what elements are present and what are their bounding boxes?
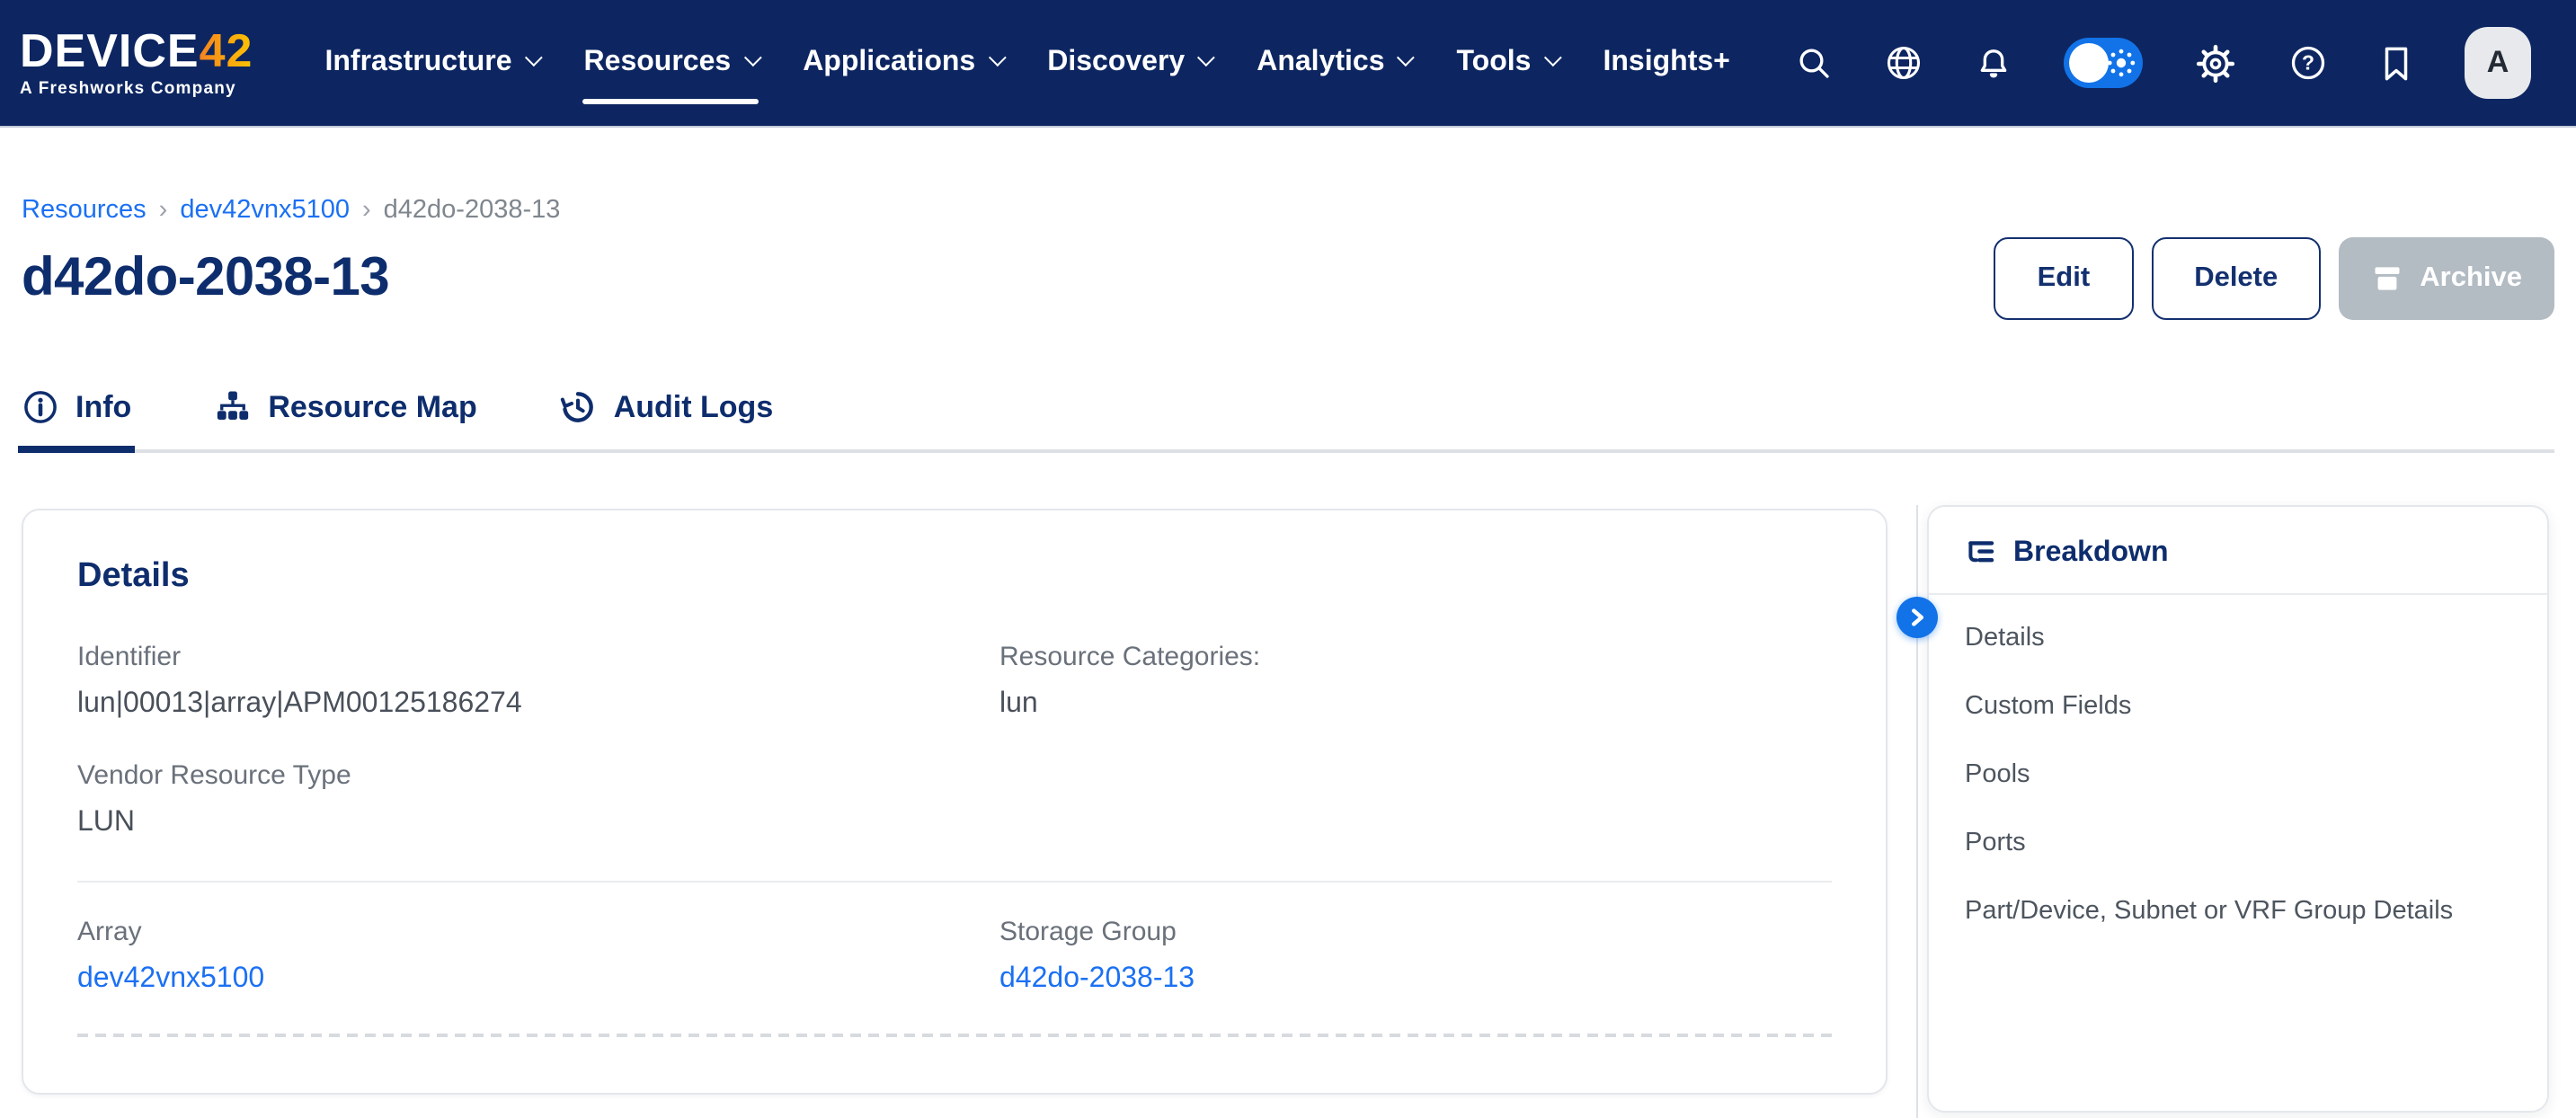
nav-item-resources[interactable]: Resources bbox=[561, 0, 780, 126]
array-link[interactable]: dev42vnx5100 bbox=[77, 963, 264, 994]
breakdown-item-ports[interactable]: Ports bbox=[1929, 809, 2547, 877]
archive-icon bbox=[2371, 262, 2403, 295]
resource-categories-value: lun bbox=[999, 688, 1832, 721]
breadcrumb: Resources › dev42vnx5100 › d42do-2038-13 bbox=[22, 194, 2554, 226]
chevron-down-icon bbox=[1197, 49, 1215, 67]
logo-wordmark: DEVICE42 bbox=[20, 27, 253, 74]
history-icon bbox=[560, 388, 598, 426]
breakdown-header: Breakdown bbox=[1929, 507, 2547, 595]
tab-resource-map[interactable]: Resource Map bbox=[214, 388, 476, 449]
breakdown-panel: Breakdown Details Custom Fields Pools Po… bbox=[1927, 505, 2549, 1113]
storage-group-link[interactable]: d42do-2038-13 bbox=[999, 963, 1195, 994]
top-navbar: DEVICE42 A Freshworks Company Infrastruc… bbox=[0, 0, 2576, 126]
toggle-knob bbox=[2069, 43, 2109, 83]
identifier-value: lun|00013|array|APM00125186274 bbox=[77, 688, 999, 721]
field-resource-categories: Resource Categories: lun bbox=[999, 642, 1832, 721]
chevron-right-icon bbox=[1905, 606, 1929, 629]
gear-icon[interactable] bbox=[2195, 42, 2236, 84]
nav-item-insights[interactable]: Insights+ bbox=[1579, 0, 1753, 126]
logo-tagline: A Freshworks Company bbox=[20, 79, 253, 99]
action-buttons: Edit Delete Archive bbox=[1994, 237, 2554, 320]
avatar[interactable]: A bbox=[2465, 27, 2531, 99]
details-heading: Details bbox=[77, 557, 1832, 597]
list-tree-icon bbox=[1965, 537, 1997, 570]
details-card: Details Identifier lun|00013|array|APM00… bbox=[22, 509, 1888, 1095]
search-icon[interactable] bbox=[1796, 45, 1832, 81]
chevron-down-icon bbox=[988, 49, 1006, 67]
theme-toggle[interactable] bbox=[2064, 38, 2143, 88]
breakdown-title: Breakdown bbox=[2013, 537, 2169, 570]
chevron-down-icon bbox=[1397, 49, 1415, 67]
breadcrumb-link-resources[interactable]: Resources bbox=[22, 194, 147, 226]
edit-button[interactable]: Edit bbox=[1994, 237, 2134, 320]
breakdown-item-part-device[interactable]: Part/Device, Subnet or VRF Group Details bbox=[1929, 877, 2547, 945]
archive-button[interactable]: Archive bbox=[2339, 237, 2554, 320]
nav-item-discovery[interactable]: Discovery bbox=[1024, 0, 1233, 126]
device42-logo[interactable]: DEVICE42 A Freshworks Company bbox=[20, 27, 253, 99]
collapse-panel-button[interactable] bbox=[1896, 597, 1938, 638]
breadcrumb-separator: › bbox=[159, 194, 168, 226]
svg-text:?: ? bbox=[2302, 51, 2314, 75]
card-divider bbox=[77, 881, 1832, 883]
sun-icon bbox=[2105, 47, 2137, 79]
nav-item-tools[interactable]: Tools bbox=[1434, 0, 1580, 126]
chevron-down-icon bbox=[524, 49, 542, 67]
bell-icon[interactable] bbox=[1976, 44, 2012, 82]
details-row-1: Identifier lun|00013|array|APM0012518627… bbox=[77, 642, 1832, 721]
help-icon[interactable]: ? bbox=[2288, 43, 2328, 83]
logo-text: DEVICE bbox=[20, 23, 200, 77]
navbar-right-tools: ? A bbox=[1796, 27, 2531, 99]
page-header-row: d42do-2038-13 Edit Delete Archive bbox=[22, 237, 2554, 320]
breakdown-item-pools[interactable]: Pools bbox=[1929, 741, 2547, 809]
logo-accent: 42 bbox=[200, 23, 253, 77]
tab-info[interactable]: Info bbox=[22, 388, 131, 449]
page-body: Resources › dev42vnx5100 › d42do-2038-13… bbox=[0, 126, 2576, 1118]
field-array: Array dev42vnx5100 bbox=[77, 917, 999, 996]
delete-button[interactable]: Delete bbox=[2151, 237, 2321, 320]
dotted-divider bbox=[77, 1034, 1832, 1037]
avatar-initial: A bbox=[2487, 45, 2509, 81]
field-storage-group: Storage Group d42do-2038-13 bbox=[999, 917, 1832, 996]
info-icon bbox=[22, 388, 59, 426]
field-identifier: Identifier lun|00013|array|APM0012518627… bbox=[77, 642, 999, 721]
globe-icon[interactable] bbox=[1884, 43, 1923, 83]
tab-audit-logs[interactable]: Audit Logs bbox=[560, 388, 774, 449]
main-nav: Infrastructure Resources Applications Di… bbox=[301, 0, 1753, 126]
field-vendor-resource-type: Vendor Resource Type LUN bbox=[77, 760, 1832, 839]
breadcrumb-current: d42do-2038-13 bbox=[384, 194, 561, 226]
nav-item-infrastructure[interactable]: Infrastructure bbox=[301, 0, 560, 126]
details-row-3: Array dev42vnx5100 Storage Group d42do-2… bbox=[77, 917, 1832, 996]
content-area: Details Identifier lun|00013|array|APM00… bbox=[22, 505, 2554, 1118]
breadcrumb-separator: › bbox=[362, 194, 371, 226]
nav-item-analytics[interactable]: Analytics bbox=[1233, 0, 1433, 126]
breakdown-items: Details Custom Fields Pools Ports Part/D… bbox=[1929, 595, 2547, 945]
app-root: DEVICE42 A Freshworks Company Infrastruc… bbox=[0, 0, 2576, 1118]
page-title: d42do-2038-13 bbox=[22, 244, 389, 313]
tab-bar: Info Resource Map Audit Logs bbox=[22, 388, 2554, 453]
breadcrumb-link-array[interactable]: dev42vnx5100 bbox=[180, 194, 350, 226]
sitemap-icon bbox=[214, 388, 252, 426]
chevron-down-icon bbox=[1543, 49, 1561, 67]
bookmark-icon[interactable] bbox=[2380, 44, 2412, 82]
breakdown-item-details[interactable]: Details bbox=[1929, 604, 2547, 672]
nav-item-applications[interactable]: Applications bbox=[779, 0, 1024, 126]
breakdown-item-custom-fields[interactable]: Custom Fields bbox=[1929, 672, 2547, 741]
vendor-resource-type-value: LUN bbox=[77, 807, 1832, 839]
chevron-down-icon bbox=[743, 49, 761, 67]
